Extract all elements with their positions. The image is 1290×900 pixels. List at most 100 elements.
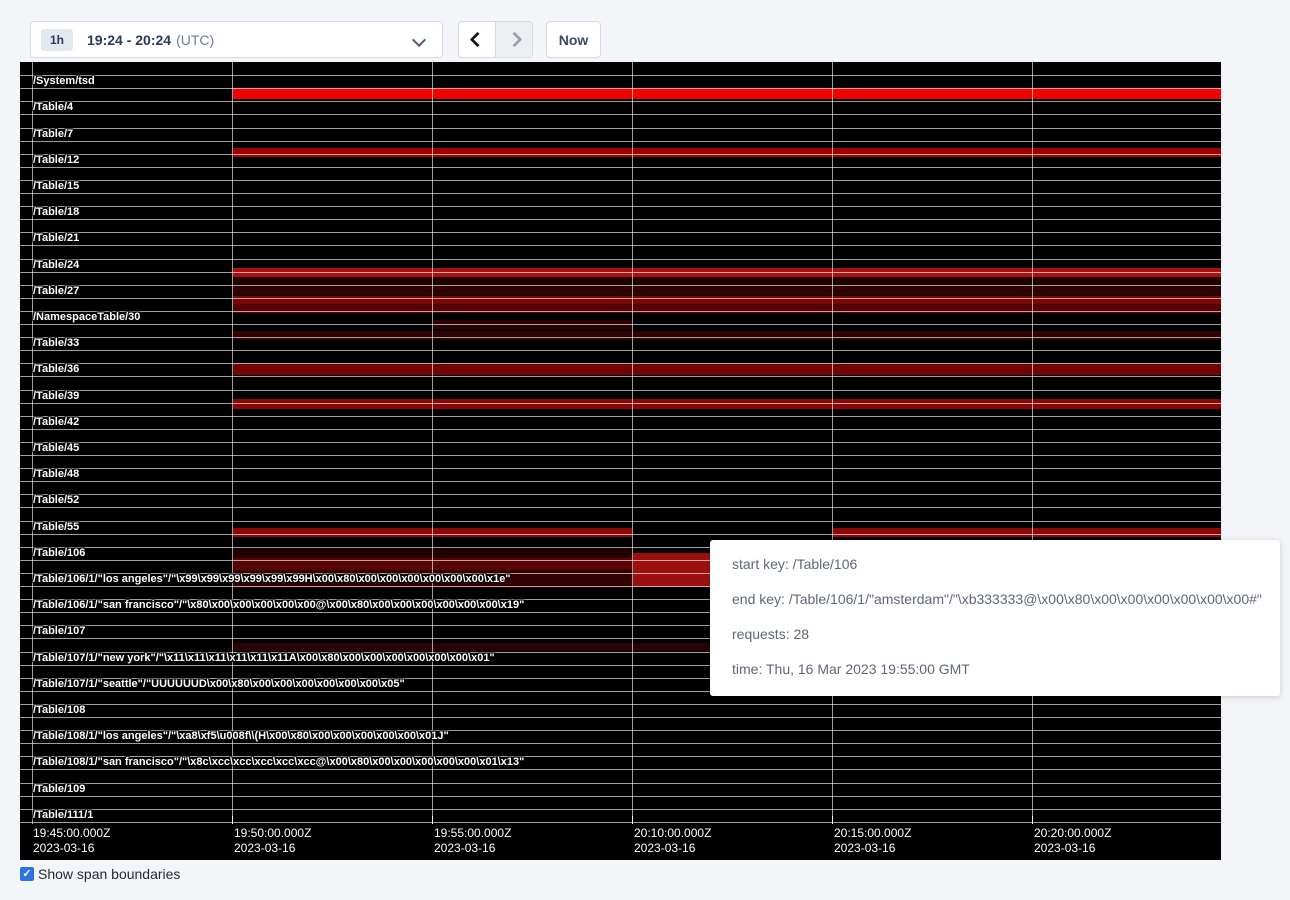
span-boundary-line xyxy=(20,114,1221,115)
span-boundary-line xyxy=(20,206,1221,207)
span-row-label: /System/tsd xyxy=(33,75,95,88)
time-bucket-line xyxy=(432,62,433,824)
span-boundary-line xyxy=(20,219,1221,220)
time-range-select[interactable]: 1h 19:24 - 20:24 (UTC) xyxy=(30,21,443,58)
heatmap-hot-band xyxy=(233,363,1221,375)
heatmap-hot-band xyxy=(233,286,1221,295)
span-boundary-line xyxy=(20,350,1221,351)
span-boundary-line xyxy=(20,534,1221,535)
now-button[interactable]: Now xyxy=(546,21,601,58)
span-row-label: /Table/33 xyxy=(33,337,79,350)
span-row-label: /Table/36 xyxy=(33,363,79,376)
span-boundary-line xyxy=(20,75,1221,76)
span-row-label: /Table/106/1/"los angeles"/"\x99\x99\x99… xyxy=(33,573,511,586)
time-range-text: 19:24 - 20:24 xyxy=(87,32,171,48)
time-axis-date: 2023-03-16 xyxy=(634,841,711,856)
span-boundary-line xyxy=(20,717,1221,718)
time-axis-tick xyxy=(632,816,633,824)
heatmap-hot-band xyxy=(233,331,1221,340)
time-axis-label: 20:15:00.000Z2023-03-16 xyxy=(834,826,911,856)
span-boundary-line xyxy=(20,494,1221,495)
span-row-label: /Table/15 xyxy=(33,180,79,193)
span-boundary-line xyxy=(20,822,1221,823)
previous-window-button[interactable] xyxy=(459,22,496,57)
span-row-label: /Table/45 xyxy=(33,442,79,455)
span-boundary-line xyxy=(20,704,1221,705)
span-boundary-line xyxy=(20,193,1221,194)
span-boundary-line xyxy=(20,167,1221,168)
time-axis-date: 2023-03-16 xyxy=(33,841,110,856)
span-row-label: /Table/7 xyxy=(33,128,73,141)
span-row-label: /Table/108/1/"los angeles"/"\xa8\xf5\u00… xyxy=(33,730,449,743)
span-boundary-line xyxy=(20,311,1221,312)
span-boundary-line xyxy=(20,769,1221,770)
span-boundary-line xyxy=(20,416,1221,417)
span-boundary-line xyxy=(20,128,1221,129)
span-row-label: /Table/42 xyxy=(33,416,79,429)
span-boundary-line xyxy=(20,468,1221,469)
time-axis-date: 2023-03-16 xyxy=(234,841,311,856)
span-boundary-line xyxy=(20,101,1221,102)
span-boundary-line xyxy=(20,481,1221,482)
span-row-label: /Table/39 xyxy=(33,390,79,403)
show-span-boundaries-label: Show span boundaries xyxy=(38,866,180,882)
time-axis-label: 20:20:00.000Z2023-03-16 xyxy=(1034,826,1111,856)
span-boundary-line xyxy=(20,783,1221,784)
time-bucket-line xyxy=(1032,62,1033,824)
span-boundary-line xyxy=(20,324,1221,325)
span-row-label: /Table/48 xyxy=(33,468,79,481)
span-row-label: /Table/111/1 xyxy=(33,809,93,822)
time-axis-date: 2023-03-16 xyxy=(1034,841,1111,856)
span-row-label: /Table/12 xyxy=(33,154,79,167)
heatmap-canvas[interactable]: /System/tsd/Table/4/Table/7/Table/12/Tab… xyxy=(20,62,1221,860)
span-boundary-line xyxy=(20,337,1221,338)
heatmap-hot-band xyxy=(233,88,1221,99)
show-span-boundaries-checkbox[interactable]: ✓ xyxy=(20,867,34,881)
span-boundary-line xyxy=(20,245,1221,246)
span-boundary-line xyxy=(20,390,1221,391)
time-axis-label: 19:55:00.000Z2023-03-16 xyxy=(434,826,511,856)
time-axis-tick xyxy=(232,816,233,824)
span-boundary-line xyxy=(20,232,1221,233)
span-boundary-line xyxy=(20,743,1221,744)
time-axis-tick xyxy=(832,816,833,824)
heatmap-hot-band xyxy=(233,148,1221,157)
span-boundary-line xyxy=(20,285,1221,286)
span-boundary-line xyxy=(20,521,1221,522)
heatmap-hot-band xyxy=(833,528,1221,537)
time-axis-label: 20:10:00.000Z2023-03-16 xyxy=(634,826,711,856)
span-boundary-line xyxy=(20,429,1221,430)
span-boundary-line xyxy=(20,154,1221,155)
chevron-down-icon xyxy=(412,33,426,47)
time-bucket-line xyxy=(232,62,233,824)
time-range-duration-badge: 1h xyxy=(41,29,73,51)
span-row-label: /Table/55 xyxy=(33,521,79,534)
chevron-right-icon xyxy=(506,32,522,48)
span-boundary-line xyxy=(20,298,1221,299)
span-boundary-line xyxy=(20,259,1221,260)
span-boundary-line xyxy=(20,180,1221,181)
span-boundary-line xyxy=(20,796,1221,797)
span-boundary-line xyxy=(20,809,1221,810)
show-span-boundaries-row[interactable]: ✓ Show span boundaries xyxy=(20,866,180,882)
span-row-label: /Table/18 xyxy=(33,206,79,219)
span-row-label: /Table/21 xyxy=(33,232,79,245)
time-axis-date: 2023-03-16 xyxy=(434,841,511,856)
span-boundary-line xyxy=(20,88,1221,89)
span-row-label: /NamespaceTable/30 xyxy=(33,311,140,324)
heatmap-hot-band xyxy=(233,399,1221,409)
span-boundary-line xyxy=(20,455,1221,456)
span-row-label: /Table/107/1/"seattle"/"UUUUUUD\x00\x80\… xyxy=(33,678,405,691)
span-row-label: /Table/107/1/"new york"/"\x11\x11\x11\x1… xyxy=(33,652,495,665)
span-boundary-line xyxy=(20,442,1221,443)
next-window-button[interactable] xyxy=(496,22,532,57)
span-row-label: /Table/107 xyxy=(33,625,85,638)
span-row-label: /Table/109 xyxy=(33,783,85,796)
tooltip-end-key: end key: /Table/106/1/"amsterdam"/"\xb33… xyxy=(732,591,1280,607)
span-boundary-line xyxy=(20,403,1221,404)
time-axis-tick xyxy=(432,816,433,824)
span-row-label: /Table/108/1/"san francisco"/"\x8c\xcc\x… xyxy=(33,756,524,769)
time-axis-date: 2023-03-16 xyxy=(834,841,911,856)
span-row-label: /Table/106/1/"san francisco"/"\x80\x00\x… xyxy=(33,599,524,612)
span-boundary-line xyxy=(20,272,1221,273)
